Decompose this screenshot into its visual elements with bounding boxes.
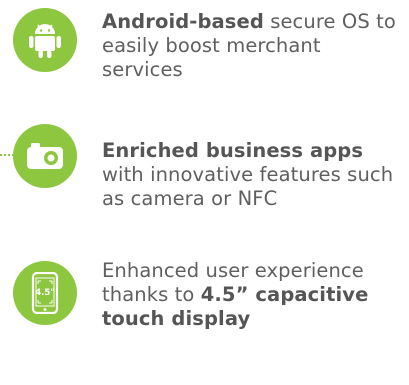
feature-android-bold: Android-based [102, 10, 264, 33]
feature-android-text: Android-based secure OS to easily boost … [102, 10, 402, 82]
feature-display-text: Enhanced user experience thanks to 4.5” … [102, 259, 392, 331]
camera-icon-circle [13, 124, 77, 188]
screen-size-label: 4.5" [35, 288, 55, 298]
dotted-connector [0, 154, 14, 156]
phone-screen-icon: 4.5" [31, 272, 59, 314]
camera-icon [27, 143, 63, 169]
feature-apps-rest: with innovative features such as camera … [102, 163, 394, 210]
feature-apps-text: Enriched business apps with innovative f… [102, 139, 402, 211]
android-icon-circle [13, 8, 77, 72]
phone-icon-circle: 4.5" [13, 261, 77, 325]
android-icon [29, 24, 61, 58]
feature-apps-bold: Enriched business apps [102, 139, 364, 162]
